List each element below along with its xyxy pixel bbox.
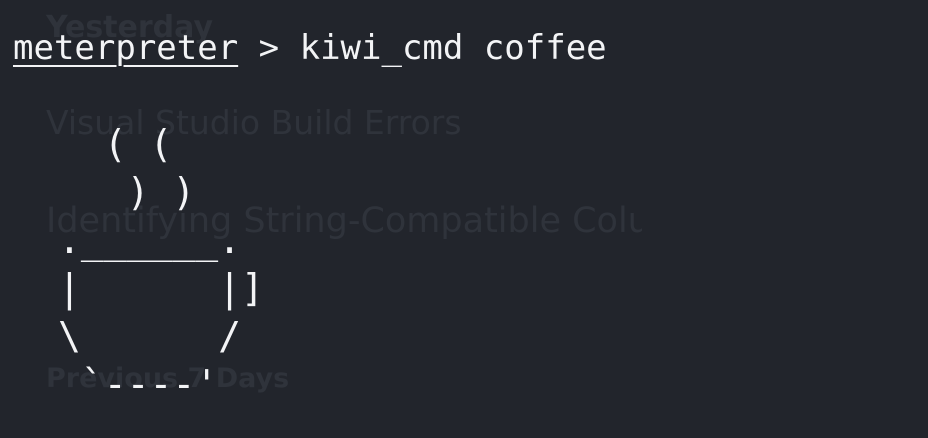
terminal-output[interactable]: meterpreter > kiwi_cmd coffee ( ( ) ) ._… [0,0,928,438]
terminal-window: Yesterday Visual Studio Build Errors Ide… [0,0,928,438]
command-line: meterpreter > kiwi_cmd coffee [13,25,607,71]
prompt-separator: > [238,28,300,68]
meterpreter-prompt: meterpreter [13,28,239,68]
coffee-cup-ascii-art: ( ( ) ) .______. | |] \ / `----' [58,122,264,406]
typed-command: kiwi_cmd coffee [299,28,607,68]
